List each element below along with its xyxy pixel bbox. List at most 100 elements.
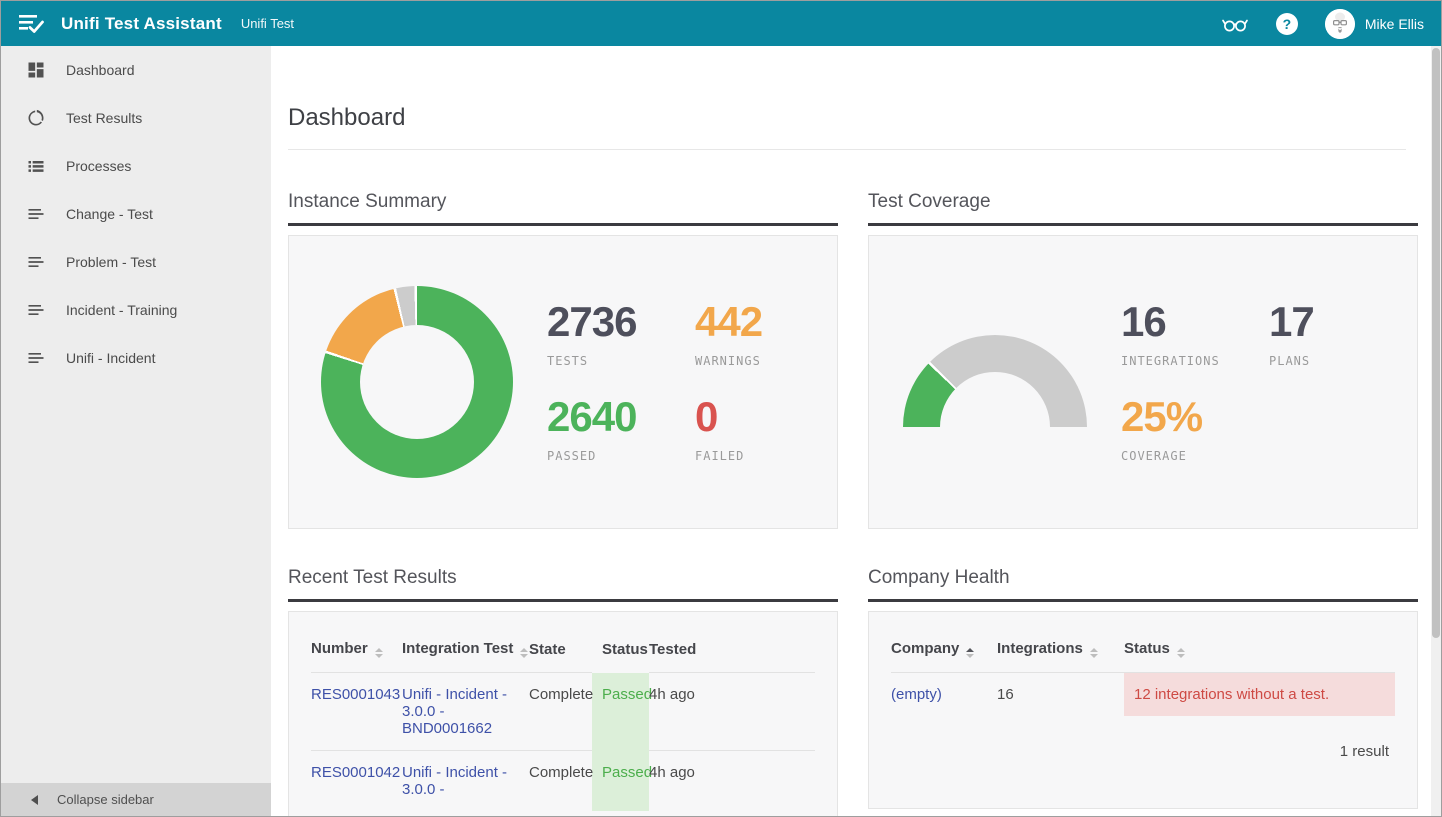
col-tested[interactable]: Tested <box>649 634 815 673</box>
recent-results-section: Recent Test Results Number Integration T… <box>288 567 838 816</box>
col-state[interactable]: State <box>529 634 592 673</box>
tests-value: 2736 <box>547 301 695 343</box>
passed-label: PASSED <box>547 449 695 463</box>
coverage-label: COVERAGE <box>1121 449 1269 463</box>
col-company[interactable]: Company <box>891 634 997 673</box>
company-health-section: Company Health Company Integrations Stat… <box>868 567 1418 816</box>
page-title: Dashboard <box>288 104 1406 132</box>
company-health-title: Company Health <box>868 567 1418 602</box>
integration-test-link[interactable]: Unifi - Incident - 3.0.0 - BND0001662 <box>402 686 507 737</box>
cell-integration-test: Unifi - Incident - 3.0.0 - BND0001662 <box>402 673 529 751</box>
sidebar-item-problem-test[interactable]: Problem - Test <box>1 238 271 286</box>
sidebar-item-label: Dashboard <box>66 62 135 78</box>
sort-asc-icon <box>966 648 974 658</box>
col-number[interactable]: Number <box>311 634 402 673</box>
stat-plans: 17 PLANS <box>1269 301 1417 368</box>
company-health-table: Company Integrations Status (empty) 16 1… <box>891 634 1395 716</box>
sidebar-item-label: Test Results <box>66 110 142 126</box>
cell-number: RES0001043 <box>311 673 402 751</box>
instance-summary-card: 2736 TESTS 442 WARNINGS 2640 PASSED 0 <box>288 235 838 529</box>
collapse-label: Collapse sidebar <box>57 792 154 807</box>
integration-test-link[interactable]: Unifi - Incident - 3.0.0 - <box>402 764 507 798</box>
coverage-gauge-chart <box>903 335 1087 430</box>
test-coverage-title: Test Coverage <box>868 191 1418 226</box>
coverage-value: 25% <box>1121 396 1269 438</box>
tests-donut-chart <box>321 286 513 478</box>
passed-value: 2640 <box>547 396 695 438</box>
cell-integrations: 16 <box>997 673 1124 717</box>
company-link[interactable]: (empty) <box>891 686 942 703</box>
collapse-sidebar-button[interactable]: Collapse sidebar <box>1 783 271 816</box>
lines-icon <box>26 252 46 272</box>
cell-status: Passed <box>592 751 649 812</box>
title-divider <box>288 149 1406 150</box>
scrollbar-thumb[interactable] <box>1432 48 1440 638</box>
integrations-value: 16 <box>1121 301 1269 343</box>
menu-check-icon[interactable] <box>18 13 46 35</box>
cell-status-alert: 12 integrations without a test. <box>1124 673 1395 717</box>
app-title: Unifi Test Assistant <box>61 14 222 34</box>
col-integration-test[interactable]: Integration Test <box>402 634 529 673</box>
cell-tested: 4h ago <box>649 751 815 812</box>
sort-icon <box>520 648 528 658</box>
tests-label: TESTS <box>547 354 695 368</box>
stat-integrations: 16 INTEGRATIONS <box>1121 301 1269 368</box>
failed-value: 0 <box>695 396 843 438</box>
test-coverage-section: Test Coverage 16 INTEGRATIONS 17 PLAN <box>868 191 1418 529</box>
col-status[interactable]: Status <box>592 634 649 673</box>
result-number-link[interactable]: RES0001043 <box>311 686 400 703</box>
table-row: RES0001043 Unifi - Incident - 3.0.0 - BN… <box>311 673 815 751</box>
stat-warnings: 442 WARNINGS <box>695 301 843 368</box>
integrations-label: INTEGRATIONS <box>1121 354 1269 368</box>
sidebar-item-incident-training[interactable]: Incident - Training <box>1 286 271 334</box>
cell-state: Complete <box>529 673 592 751</box>
test-coverage-card: 16 INTEGRATIONS 17 PLANS 25% COVERAGE <box>868 235 1418 529</box>
stat-failed: 0 FAILED <box>695 396 843 463</box>
sidebar-item-processes[interactable]: Processes <box>1 142 271 190</box>
warnings-value: 442 <box>695 301 843 343</box>
collapse-arrow-icon <box>31 795 38 805</box>
cell-integration-test: Unifi - Incident - 3.0.0 - <box>402 751 529 812</box>
vertical-scrollbar[interactable] <box>1431 46 1441 816</box>
user-name[interactable]: Mike Ellis <box>1365 16 1424 32</box>
stat-coverage: 25% COVERAGE <box>1121 396 1269 463</box>
sidebar-item-unifi-incident[interactable]: Unifi - Incident <box>1 334 271 382</box>
cell-status: Passed <box>592 673 649 751</box>
sidebar-item-label: Problem - Test <box>66 254 156 270</box>
sort-icon <box>1177 648 1185 658</box>
sidebar-item-label: Incident - Training <box>66 302 177 318</box>
donut-hole <box>360 325 474 439</box>
dashboard-grid: Instance Summary 2736 TESTS 442 WARNINGS <box>288 191 1406 816</box>
sidebar-item-label: Processes <box>66 158 131 174</box>
col-status[interactable]: Status <box>1124 634 1395 673</box>
stat-passed: 2640 PASSED <box>547 396 695 463</box>
cell-number: RES0001042 <box>311 751 402 812</box>
avatar[interactable] <box>1325 9 1355 39</box>
stat-tests: 2736 TESTS <box>547 301 695 368</box>
recent-results-card: Number Integration Test State Status Tes… <box>288 611 838 816</box>
sidebar-item-dashboard[interactable]: Dashboard <box>1 46 271 94</box>
sidebar-item-test-results[interactable]: Test Results <box>1 94 271 142</box>
help-icon[interactable]: ? <box>1276 13 1298 35</box>
warnings-label: WARNINGS <box>695 354 843 368</box>
instance-summary-stats: 2736 TESTS 442 WARNINGS 2640 PASSED 0 <box>547 301 843 463</box>
dashboard-icon <box>26 60 46 80</box>
sidebar-item-label: Change - Test <box>66 206 153 222</box>
table-row: RES0001042 Unifi - Incident - 3.0.0 - Co… <box>311 751 815 812</box>
glasses-icon[interactable] <box>1221 13 1249 34</box>
recent-results-table: Number Integration Test State Status Tes… <box>311 634 815 811</box>
lines-icon <box>26 348 46 368</box>
sort-icon <box>375 648 383 658</box>
topbar-actions: ? Mike Ellis <box>1221 9 1424 39</box>
recent-results-title: Recent Test Results <box>288 567 838 602</box>
sidebar-item-change-test[interactable]: Change - Test <box>1 190 271 238</box>
plans-label: PLANS <box>1269 354 1417 368</box>
table-row: (empty) 16 12 integrations without a tes… <box>891 673 1395 717</box>
result-number-link[interactable]: RES0001042 <box>311 764 400 781</box>
list-icon <box>26 156 46 176</box>
topbar: Unifi Test Assistant Unifi Test ? <box>1 1 1441 46</box>
app-subtitle: Unifi Test <box>241 16 294 31</box>
col-integrations[interactable]: Integrations <box>997 634 1124 673</box>
cell-tested: 4h ago <box>649 673 815 751</box>
test-coverage-stats: 16 INTEGRATIONS 17 PLANS 25% COVERAGE <box>1121 301 1417 463</box>
